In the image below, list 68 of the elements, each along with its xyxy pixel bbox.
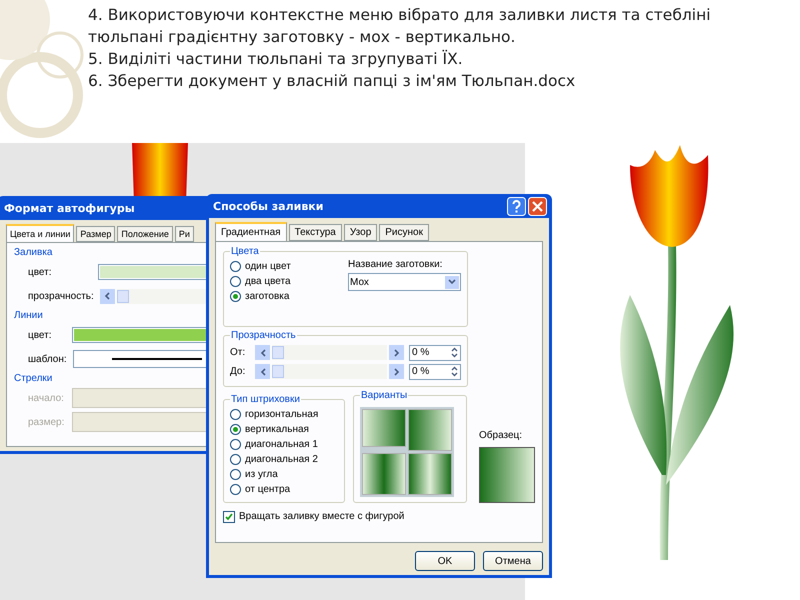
preset-dropdown[interactable]: Мох xyxy=(348,273,461,291)
field-label: До: xyxy=(230,366,246,377)
section-heading: Стрелки xyxy=(14,373,52,384)
instruction-text: 6. Зберегти документ у власній папці з ім'ям Тюльпан.docx xyxy=(88,71,576,92)
scroll-left-button[interactable] xyxy=(255,364,270,379)
section-heading: Линии xyxy=(14,310,43,321)
radio-option[interactable]: один цвет xyxy=(230,259,340,274)
scroll-right-button[interactable] xyxy=(389,345,404,360)
field-label: От: xyxy=(230,347,246,358)
dialog-tab[interactable]: Рисунок xyxy=(379,224,429,241)
field-label: Название заготовки: xyxy=(348,259,444,270)
dialog-title: Способы заливки xyxy=(213,200,324,212)
radio-option[interactable]: два цвета xyxy=(230,274,340,289)
field-label: прозрачность: xyxy=(28,290,94,302)
instruction-text: 4. Використовуючи контекстне меню вібрато для заливки листя та стебліні тюльпані градієнтну заготовку - мох - вертикально. xyxy=(88,5,712,48)
group-heading: Тип штриховки xyxy=(230,394,301,405)
caret-icon xyxy=(448,279,456,285)
radio-option[interactable]: диагональная 1 xyxy=(230,437,338,452)
dialog-title: Формат автофигуры xyxy=(4,202,135,214)
radio-option[interactable]: вертикальная xyxy=(230,422,338,437)
radio-option[interactable]: диагональная 2 xyxy=(230,452,338,467)
sample-label: Образец: xyxy=(479,430,524,441)
radio-option[interactable]: горизонтальная xyxy=(230,407,338,422)
chevron-right-icon xyxy=(394,348,400,356)
scroll-right-button[interactable] xyxy=(389,364,404,379)
dialog-button[interactable]: Отмена xyxy=(483,551,543,571)
spin-field[interactable]: 0 % xyxy=(409,344,461,360)
group-heading: Цвета xyxy=(230,246,260,257)
radio-option[interactable]: из угла xyxy=(230,467,338,482)
slider-thumb[interactable] xyxy=(272,346,284,359)
field-label: размер: xyxy=(28,416,66,428)
radio-option[interactable]: от центра xyxy=(230,482,338,497)
dialog-tab[interactable]: Цвета и линии xyxy=(6,224,74,242)
dialog-tab[interactable]: Текстура xyxy=(288,224,342,241)
field-label: цвет: xyxy=(28,266,53,278)
slider-thumb[interactable] xyxy=(272,365,284,378)
instruction-text: 5. Виділіті частини тюльпані та згрупуваті ЇХ. xyxy=(88,48,464,70)
close-icon[interactable] xyxy=(528,196,547,216)
checkmark-icon xyxy=(225,512,233,520)
slider-thumb[interactable] xyxy=(116,290,129,302)
chevron-left-icon xyxy=(260,368,266,376)
dialog-tab[interactable]: Положение xyxy=(117,226,173,242)
dialog-button[interactable]: OK xyxy=(415,551,475,571)
spin-arrows-icon xyxy=(451,347,458,358)
chevron-left-icon xyxy=(104,292,110,300)
dialog-tab[interactable]: Узор xyxy=(344,224,378,241)
scroll-left-button[interactable] xyxy=(100,288,115,304)
spin-arrows-icon xyxy=(451,366,458,377)
field-label: шаблон: xyxy=(28,354,67,364)
slider-track[interactable] xyxy=(272,345,387,360)
chevron-left-icon xyxy=(260,348,266,356)
gradient-variants-drawing[interactable] xyxy=(360,407,454,497)
spin-field[interactable]: 0 % xyxy=(409,364,461,380)
radio-option[interactable]: заготовка xyxy=(230,289,340,304)
slider-track[interactable] xyxy=(272,364,387,379)
section-heading: Заливка xyxy=(14,247,52,258)
chevron-right-icon xyxy=(394,368,400,376)
gradient-sample xyxy=(479,447,535,503)
checkbox-option[interactable]: Вращать заливку вместе с фигурой xyxy=(223,509,535,524)
field-label: цвет: xyxy=(28,330,53,340)
group-heading: Варианты xyxy=(360,390,408,401)
dialog-tab[interactable]: Ри xyxy=(174,226,194,242)
dialog-tab[interactable]: Размер xyxy=(76,226,116,242)
field-label: начало: xyxy=(28,392,65,404)
dialog-tab[interactable]: Градиентная xyxy=(215,222,287,241)
scroll-left-button[interactable] xyxy=(255,345,270,360)
help-icon[interactable] xyxy=(507,196,526,216)
group-heading: Прозрачность xyxy=(230,330,297,341)
